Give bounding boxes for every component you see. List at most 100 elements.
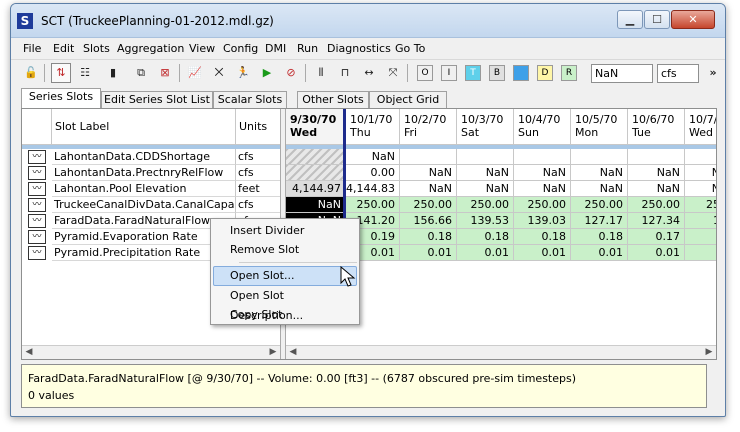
- slot-list-scrollbar[interactable]: ◀ ▶: [22, 345, 280, 359]
- grid-cell[interactable]: 4,144.83: [346, 181, 400, 197]
- menu-run[interactable]: Run: [297, 42, 318, 55]
- menu-item-copy-slot[interactable]: Copy Slot: [213, 305, 357, 325]
- open-window-icon[interactable]: ⧉: [131, 63, 151, 83]
- timestep-column-header[interactable]: 10/1/70 Thu: [346, 109, 400, 145]
- fit-width-icon[interactable]: ↔: [359, 63, 379, 83]
- grid-cell[interactable]: 127.34: [628, 213, 685, 229]
- grid-cell[interactable]: 25: [685, 197, 716, 213]
- grid-cell[interactable]: NaN: [457, 181, 514, 197]
- flag-b-chip[interactable]: B: [489, 65, 505, 81]
- slot-row[interactable]: 〰 LahontanData.CDDShortage cfs: [22, 149, 280, 165]
- timestep-column-header[interactable]: 10/5/70 Mon: [571, 109, 628, 145]
- grid-cell[interactable]: NaN: [400, 181, 457, 197]
- menu-slots[interactable]: Slots: [83, 42, 110, 55]
- grid-cell[interactable]: 139.03: [514, 213, 571, 229]
- grid-cell[interactable]: 4,144.97: [286, 181, 346, 197]
- grid-cell[interactable]: NaN: [571, 165, 628, 181]
- menu-config[interactable]: Config: [223, 42, 258, 55]
- grid-scrollbar[interactable]: ◀ ▶: [286, 345, 716, 359]
- grid-cell[interactable]: 1: [685, 213, 716, 229]
- flag-o-chip[interactable]: O: [417, 65, 433, 81]
- slot-label-header[interactable]: Slot Label: [52, 109, 236, 145]
- menu-aggregation[interactable]: Aggregation: [117, 42, 184, 55]
- timestep-column-header[interactable]: 10/7/70Wed: [685, 109, 716, 145]
- grid-cell[interactable]: 139.53: [457, 213, 514, 229]
- fit-height-icon[interactable]: ⊓: [335, 63, 355, 83]
- stop-icon[interactable]: ⊘: [281, 63, 301, 83]
- grid-cell[interactable]: 0.01: [457, 245, 514, 261]
- menu-item-open-slot[interactable]: Open Slot...: [213, 266, 357, 286]
- fit-all-icon[interactable]: ⤧: [383, 63, 403, 83]
- grid-cell[interactable]: NaN: [628, 165, 685, 181]
- grid-cell[interactable]: [514, 149, 571, 165]
- grid-cell[interactable]: [685, 245, 716, 261]
- clear-window-icon[interactable]: ⊠: [155, 63, 175, 83]
- slot-row[interactable]: 〰 LahontanData.PrectnryRelFlow cfs: [22, 165, 280, 181]
- grid-cell[interactable]: NaN: [628, 181, 685, 197]
- timestep-column-header[interactable]: 10/6/70 Tue: [628, 109, 685, 145]
- units-field[interactable]: cfs: [657, 64, 699, 83]
- grid-cell[interactable]: 250.00: [457, 197, 514, 213]
- timestep-column-header[interactable]: 10/3/70 Sat: [457, 109, 514, 145]
- plot-icon[interactable]: 📈: [185, 63, 205, 83]
- grid-cell[interactable]: NaN: [346, 149, 400, 165]
- grid-cell[interactable]: [400, 149, 457, 165]
- grid-cell[interactable]: NaN: [571, 181, 628, 197]
- tab-series-slots[interactable]: Series Slots: [21, 88, 101, 109]
- menu-diagnostics[interactable]: Diagnostics: [327, 42, 391, 55]
- lock-icon[interactable]: 🔓: [21, 63, 41, 83]
- tab-scalar-slots[interactable]: Scalar Slots: [213, 91, 287, 109]
- grid-cell[interactable]: 0.01: [514, 245, 571, 261]
- grid-cell[interactable]: 156.66: [400, 213, 457, 229]
- value-field[interactable]: NaN: [591, 64, 653, 83]
- run-man-icon[interactable]: 🏃: [233, 63, 253, 83]
- grid-cell[interactable]: NaN: [400, 165, 457, 181]
- tab-edit-series-slot-list[interactable]: Edit Series Slot List: [101, 91, 213, 109]
- grid-cell[interactable]: 250.00: [346, 197, 400, 213]
- menu-edit[interactable]: Edit: [53, 42, 74, 55]
- menu-view[interactable]: View: [189, 42, 215, 55]
- scroll-left-icon[interactable]: ◀: [22, 346, 36, 360]
- grid-cell[interactable]: [457, 149, 514, 165]
- menu-item-remove-slot[interactable]: Remove Slot: [213, 240, 357, 260]
- close-button[interactable]: ✕: [671, 10, 715, 29]
- grid-cell[interactable]: NaN: [514, 181, 571, 197]
- grid-cell[interactable]: 250.00: [514, 197, 571, 213]
- tab-object-grid[interactable]: Object Grid: [369, 91, 447, 109]
- grid-cell[interactable]: N: [685, 165, 716, 181]
- timestep-column-header[interactable]: 10/2/70 Fri: [400, 109, 457, 145]
- menu-item-insert-divider[interactable]: Insert Divider: [213, 221, 357, 241]
- flag-r-chip[interactable]: R: [561, 65, 577, 81]
- grid-cell[interactable]: 250.00: [400, 197, 457, 213]
- flag-i-chip[interactable]: I: [441, 65, 457, 81]
- grid-cell[interactable]: NaN: [457, 165, 514, 181]
- units-header[interactable]: Units: [236, 109, 280, 145]
- slot-filter-icon[interactable]: ☷: [75, 63, 95, 83]
- grid-cell[interactable]: 0.17: [628, 229, 685, 245]
- statistics-icon[interactable]: ⨉: [209, 63, 229, 83]
- grid-cell[interactable]: 127.17: [571, 213, 628, 229]
- toolbar-overflow-button[interactable]: »: [703, 63, 723, 83]
- menu-go-to[interactable]: Go To: [395, 42, 425, 55]
- slot-row[interactable]: 〰 Lahontan.Pool Elevation feet: [22, 181, 280, 197]
- scroll-right-icon[interactable]: ▶: [702, 346, 716, 359]
- flag-d-chip[interactable]: D: [537, 65, 553, 81]
- grid-cell[interactable]: 0.18: [514, 229, 571, 245]
- grid-cell[interactable]: [685, 229, 716, 245]
- timestep-column-header[interactable]: 9/30/70 Wed: [286, 109, 346, 145]
- column-icon[interactable]: ▮: [103, 63, 123, 83]
- sort-icon[interactable]: ⇅: [51, 63, 71, 83]
- grid-cell[interactable]: [286, 165, 346, 181]
- minimize-button[interactable]: ▁: [617, 10, 643, 29]
- maximize-button[interactable]: ☐: [644, 10, 670, 29]
- grid-cell[interactable]: 0.01: [628, 245, 685, 261]
- grid-cell[interactable]: [685, 149, 716, 165]
- grid-cell[interactable]: [628, 149, 685, 165]
- grid-cell[interactable]: NaN: [286, 197, 346, 213]
- timestep-column-header[interactable]: 10/4/70 Sun: [514, 109, 571, 145]
- grid-cell[interactable]: 0.01: [571, 245, 628, 261]
- slot-row[interactable]: 〰 TruckeeCanalDivData.CanalCapacity cfs: [22, 197, 280, 213]
- columns-icon[interactable]: ⦀: [311, 63, 331, 83]
- grid-cell[interactable]: [286, 149, 346, 165]
- flag-t-chip[interactable]: T: [465, 65, 481, 81]
